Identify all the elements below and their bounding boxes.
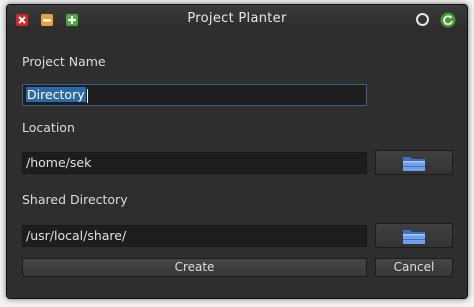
project-name-label: Project Name xyxy=(22,54,106,69)
title-bar[interactable]: Project Planter xyxy=(7,5,467,33)
location-label: Location xyxy=(22,120,75,135)
location-browse-button[interactable] xyxy=(375,150,453,175)
cancel-button[interactable]: Cancel xyxy=(375,258,453,277)
project-name-value: Directory xyxy=(26,87,86,102)
shared-directory-browse-button[interactable] xyxy=(375,223,453,248)
folder-icon xyxy=(403,230,425,244)
circle-icon[interactable] xyxy=(416,13,429,26)
create-button[interactable]: Create xyxy=(22,258,367,277)
refresh-icon[interactable] xyxy=(440,12,456,28)
project-name-input[interactable]: Directory xyxy=(22,84,367,106)
location-input[interactable]: /home/sek xyxy=(22,152,367,174)
shared-directory-label: Shared Directory xyxy=(22,192,128,207)
shared-directory-input[interactable]: /usr/local/share/ xyxy=(22,225,367,247)
window-title: Project Planter xyxy=(187,11,287,26)
project-planter-window: Project Planter Project Name Directory L… xyxy=(6,4,468,299)
folder-icon xyxy=(403,157,425,171)
text-caret xyxy=(86,88,88,103)
